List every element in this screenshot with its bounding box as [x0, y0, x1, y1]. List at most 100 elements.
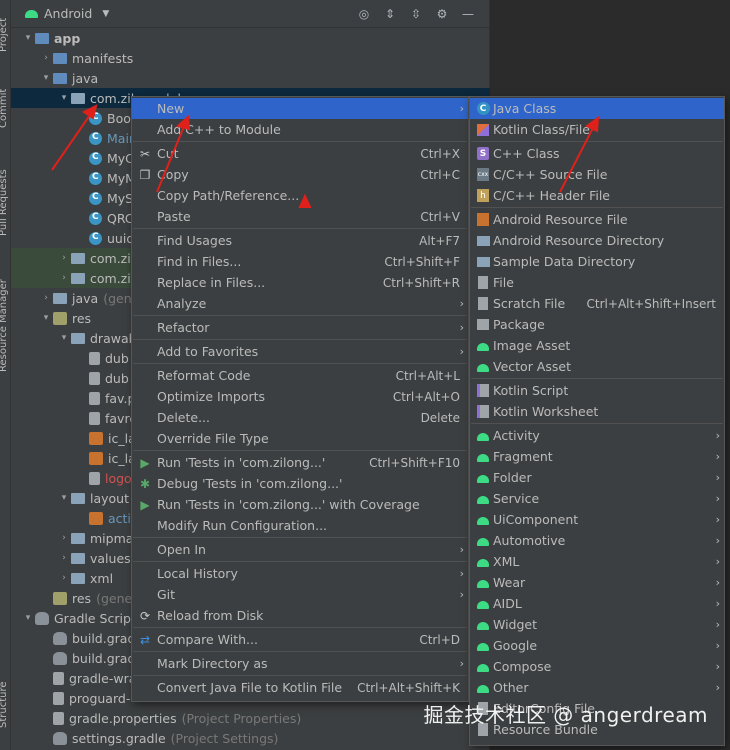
menu-item-android-resource-file[interactable]: Android Resource File [470, 209, 724, 230]
menu-item-other[interactable]: Other › [470, 677, 724, 698]
side-tab-pull-requests[interactable]: Pull Requests [0, 169, 9, 236]
menu-item-java-class[interactable]: C Java Class [470, 98, 724, 119]
submenu-arrow-icon: › [459, 321, 464, 334]
menu-item-label: Find Usages [157, 233, 233, 248]
expand-arrow-icon[interactable]: ▾ [57, 493, 71, 503]
expand-arrow-icon[interactable]: › [39, 293, 53, 303]
menu-item-analyze[interactable]: Analyze › [132, 293, 468, 314]
menu-item-git[interactable]: Git › [132, 584, 468, 605]
tree-row[interactable]: ▾ java [11, 68, 490, 88]
menu-item-kotlin-class-file[interactable]: Kotlin Class/File [470, 119, 724, 140]
collapse-all-icon[interactable]: ⇳ [409, 7, 423, 21]
menu-item-file[interactable]: File [470, 272, 724, 293]
expand-arrow-icon[interactable]: ▾ [39, 313, 53, 323]
menu-item-package[interactable]: Package [470, 314, 724, 335]
menu-item-scratch-file[interactable]: Scratch File Ctrl+Alt+Shift+Insert [470, 293, 724, 314]
view-selector-label[interactable]: Android [44, 6, 92, 21]
menu-item-xml[interactable]: XML › [470, 551, 724, 572]
menu-item-reload-from-disk[interactable]: ⟳ Reload from Disk [132, 605, 468, 626]
menu-item-add-c-to-module[interactable]: Add C++ to Module [132, 119, 468, 140]
side-tab-commit[interactable]: Commit [0, 89, 9, 128]
menu-item-service[interactable]: Service › [470, 488, 724, 509]
menu-item-local-history[interactable]: Local History › [132, 563, 468, 584]
menu-item-uicomponent[interactable]: UiComponent › [470, 509, 724, 530]
menu-item-label: Copy Path/Reference... [157, 188, 300, 203]
expand-arrow-icon[interactable]: ▾ [21, 33, 35, 43]
menu-item-fragment[interactable]: Fragment › [470, 446, 724, 467]
tree-row[interactable]: gradle.properties (Project Properties) [11, 708, 490, 728]
menu-item-wear[interactable]: Wear › [470, 572, 724, 593]
menu-item-label: Modify Run Configuration... [157, 518, 328, 533]
menu-item-delete[interactable]: Delete... Delete [132, 407, 468, 428]
menu-item-new[interactable]: New › [132, 98, 468, 119]
menu-item-modify-run-configuration[interactable]: Modify Run Configuration... [132, 515, 468, 536]
tree-row[interactable]: ▾ app [11, 28, 490, 48]
menu-item-activity[interactable]: Activity › [470, 425, 724, 446]
menu-item-reformat-code[interactable]: Reformat Code Ctrl+Alt+L [132, 365, 468, 386]
resource-folder-icon [53, 311, 67, 325]
expand-arrow-icon[interactable]: ▾ [57, 333, 71, 343]
menu-item-kotlin-worksheet[interactable]: Kotlin Worksheet [470, 401, 724, 422]
menu-item-folder[interactable]: Folder › [470, 467, 724, 488]
menu-item-c-c-source-file[interactable]: cxx C/C++ Source File [470, 164, 724, 185]
menu-item-find-in-files[interactable]: Find in Files... Ctrl+Shift+F [132, 251, 468, 272]
menu-item-replace-in-files[interactable]: Replace in Files... Ctrl+Shift+R [132, 272, 468, 293]
menu-item-widget[interactable]: Widget › [470, 614, 724, 635]
menu-item-kotlin-script[interactable]: Kotlin Script [470, 380, 724, 401]
menu-item-android-resource-directory[interactable]: Android Resource Directory [470, 230, 724, 251]
menu-item-image-asset[interactable]: Image Asset [470, 335, 724, 356]
menu-item-sample-data-directory[interactable]: Sample Data Directory [470, 251, 724, 272]
tree-row[interactable]: › manifests [11, 48, 490, 68]
expand-arrow-icon[interactable]: ▾ [57, 93, 71, 103]
expand-arrow-icon[interactable]: ▾ [21, 613, 35, 623]
expand-arrow-icon[interactable]: › [57, 573, 71, 583]
expand-all-icon[interactable]: ⇕ [383, 7, 397, 21]
menu-item-convert-java-file-to-kotlin-file[interactable]: Convert Java File to Kotlin File Ctrl+Alt… [132, 677, 468, 698]
resource-folder-icon [53, 591, 67, 605]
menu-separator [133, 141, 467, 142]
menu-item-label: Git [157, 587, 176, 602]
minimize-icon[interactable]: — [461, 7, 475, 21]
locate-icon[interactable]: ◎ [357, 7, 371, 21]
expand-arrow-icon[interactable]: › [57, 533, 71, 543]
submenu-arrow-icon: › [715, 492, 720, 505]
tree-row[interactable]: settings.gradle (Project Settings) [11, 728, 490, 748]
menu-item-c-class[interactable]: S C++ Class [470, 143, 724, 164]
menu-item-add-to-favorites[interactable]: Add to Favorites › [132, 341, 468, 362]
expand-arrow-icon[interactable]: › [57, 273, 71, 283]
expand-arrow-icon[interactable]: › [39, 53, 53, 63]
menu-item-copy-path-reference[interactable]: Copy Path/Reference... [132, 185, 468, 206]
gear-icon[interactable]: ⚙ [435, 7, 449, 21]
file-icon [476, 276, 490, 290]
menu-item-automotive[interactable]: Automotive › [470, 530, 724, 551]
menu-item-mark-directory-as[interactable]: Mark Directory as › [132, 653, 468, 674]
side-tab-resource-manager[interactable]: Resource Manager [0, 279, 9, 372]
menu-item-refactor[interactable]: Refactor › [132, 317, 468, 338]
menu-item-c-c-header-file[interactable]: h C/C++ Header File [470, 185, 724, 206]
chevron-down-icon[interactable]: ▼ [102, 9, 109, 19]
expand-arrow-icon[interactable]: ▾ [39, 73, 53, 83]
menu-item-cut[interactable]: ✂ Cut Ctrl+X [132, 143, 468, 164]
menu-item-paste[interactable]: Paste Ctrl+V [132, 206, 468, 227]
menu-item-label: Image Asset [493, 338, 571, 353]
menu-item-google[interactable]: Google › [470, 635, 724, 656]
menu-item-label: Vector Asset [493, 359, 571, 374]
menu-item-vector-asset[interactable]: Vector Asset [470, 356, 724, 377]
menu-item-compare-with[interactable]: ⇄ Compare With... Ctrl+D [132, 629, 468, 650]
menu-item-copy[interactable]: ❐ Copy Ctrl+C [132, 164, 468, 185]
side-tab-structure[interactable]: Structure [0, 681, 9, 728]
menu-item-find-usages[interactable]: Find Usages Alt+F7 [132, 230, 468, 251]
menu-item-optimize-imports[interactable]: Optimize Imports Ctrl+Alt+O [132, 386, 468, 407]
menu-item-aidl[interactable]: AIDL › [470, 593, 724, 614]
menu-item-compose[interactable]: Compose › [470, 656, 724, 677]
menu-item-label: Sample Data Directory [493, 254, 636, 269]
andr-icon [476, 660, 490, 674]
expand-arrow-icon[interactable]: › [57, 253, 71, 263]
script-icon [476, 405, 490, 419]
menu-item-open-in[interactable]: Open In › [132, 539, 468, 560]
expand-arrow-icon[interactable]: › [57, 553, 71, 563]
side-tab-project[interactable]: Project [0, 18, 9, 52]
menu-item-debug-tests-in-com-zilong[interactable]: ✱ Debug 'Tests in 'com.zilong...' [132, 473, 468, 494]
menu-item-run-tests-in-com-zilong[interactable]: ▶ Run 'Tests in 'com.zilong...' Ctrl+Shift… [132, 452, 468, 473]
menu-item-run-tests-in-com-zilong-with-coverage[interactable]: ▶ Run 'Tests in 'com.zilong...' with Cove… [132, 494, 468, 515]
